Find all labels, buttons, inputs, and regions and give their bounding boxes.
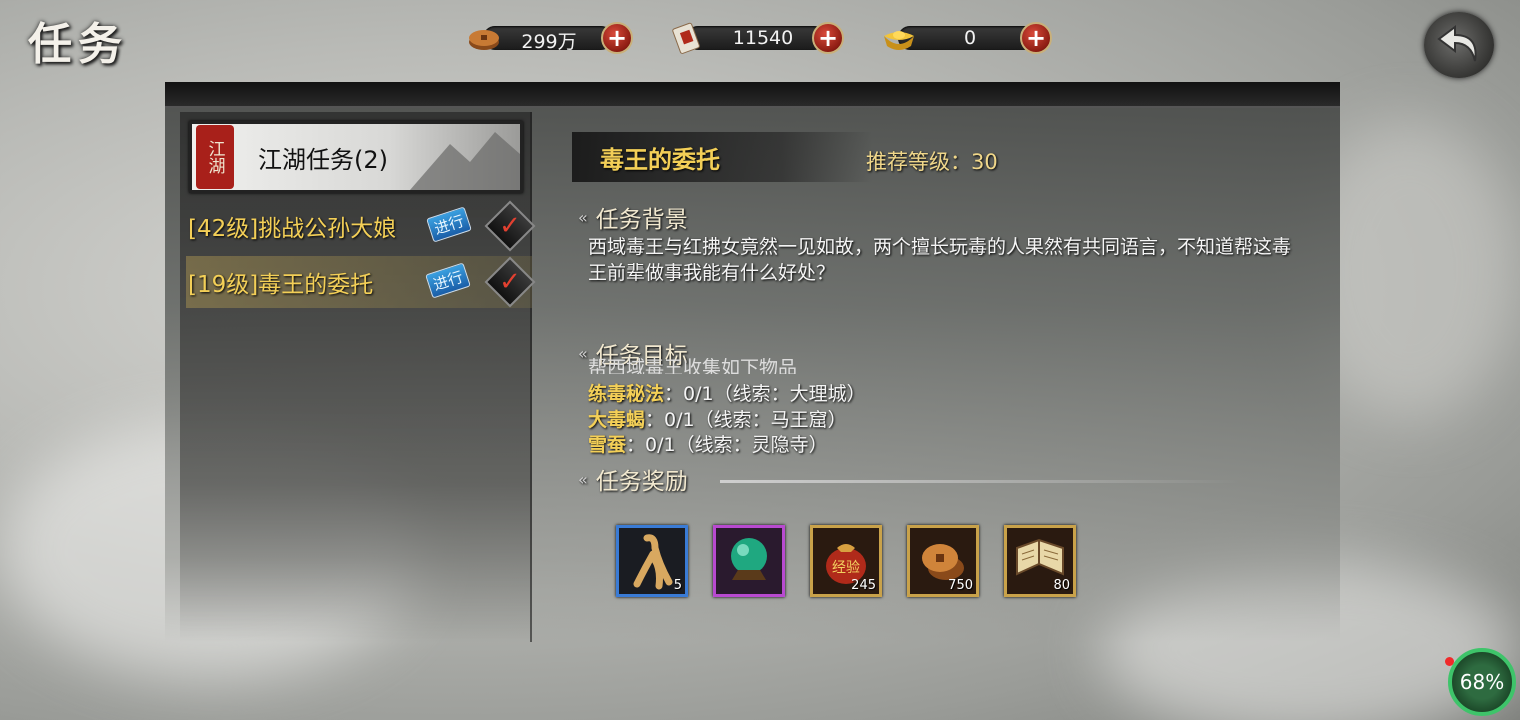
reward-slot-ginseng[interactable]: 5 [616, 525, 688, 597]
resource-gold: 0 + [880, 20, 1055, 56]
check-icon: ✓ [484, 200, 536, 252]
gold-value: 0 [963, 27, 977, 49]
section-background: «任务背景 [578, 207, 688, 233]
quest-item-1[interactable]: [42级]挑战公孙大娘 进行 ✓ [186, 200, 536, 252]
objective-line: 练毒秘法：0/1（线索：大理城） [588, 383, 866, 405]
recommended-level: 推荐等级：30 [866, 150, 998, 174]
add-gold-button[interactable]: + [1020, 22, 1052, 54]
objective-intro: 帮西域毒王收集如下物品 [588, 358, 798, 374]
resource-tokens: 11540 + [668, 20, 848, 56]
quest-title: 毒王的委托 [600, 146, 720, 174]
category-seal: 江湖 [196, 125, 234, 189]
panel-header-bar [165, 82, 1340, 108]
category-label: 江湖任务(2) [258, 145, 388, 174]
reward-slot-copper[interactable]: 750 [907, 525, 979, 597]
quest-label: [19级]毒王的委托 [188, 272, 374, 298]
add-copper-button[interactable]: + [601, 22, 633, 54]
reward-slot-jade-orb[interactable] [713, 525, 785, 597]
add-tokens-button[interactable]: + [812, 22, 844, 54]
back-button[interactable] [1424, 12, 1494, 78]
status-badge: 进行 [425, 262, 471, 299]
background-text: 西域毒王与红拂女竟然一见如故，两个擅长玩毒的人果然有共同语言，不知道帮这毒王前辈… [588, 236, 1292, 284]
chevron-icon: « [578, 469, 588, 489]
reward-divider [720, 480, 1240, 483]
mountain-decoration [410, 132, 520, 190]
chevron-icon: « [578, 343, 588, 363]
copper-coin-icon [465, 22, 503, 54]
tokens-value: 11540 [732, 27, 794, 49]
resource-copper: 299万 + [465, 20, 635, 56]
section-reward: «任务奖励 [578, 469, 688, 495]
quest-label: [42级]挑战公孙大娘 [188, 216, 397, 242]
battery-indicator: 68% [1448, 648, 1516, 716]
gold-ingot-icon [880, 22, 918, 54]
jade-orb-icon [731, 538, 767, 580]
status-badge: 进行 [426, 206, 472, 243]
copper-value: 299万 [521, 31, 577, 53]
token-card-icon [668, 22, 706, 54]
ginseng-icon [633, 534, 673, 590]
chevron-icon: « [578, 207, 588, 227]
page-title: 任务 [28, 19, 128, 70]
quest-item-2[interactable]: [19级]毒王的委托 进行 ✓ [186, 256, 536, 308]
svg-text:经验: 经验 [832, 560, 860, 576]
reward-slot-scroll[interactable]: 80 [1004, 525, 1076, 597]
back-arrow-icon [1437, 25, 1477, 62]
reward-slot-experience[interactable]: 经验 245 [810, 525, 882, 597]
check-icon: ✓ [484, 256, 536, 308]
category-tab-jianghu[interactable]: 江湖 江湖任务(2) [189, 121, 523, 193]
objective-line: 大毒蝎：0/1（线索：马王窟） [588, 409, 847, 431]
objective-line: 雪蚕：0/1（线索：灵隐寺） [588, 434, 828, 456]
